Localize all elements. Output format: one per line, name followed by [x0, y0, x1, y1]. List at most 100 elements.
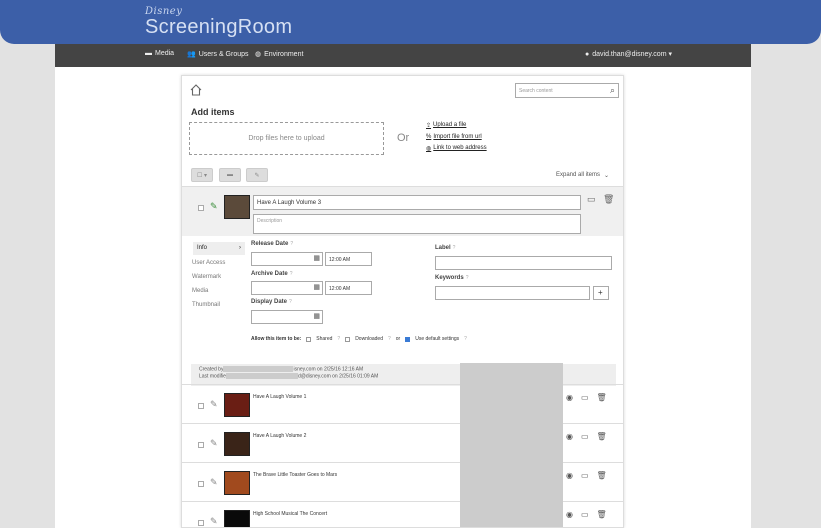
monitor-icon[interactable]: ▭: [581, 510, 589, 519]
side-menu-info[interactable]: Info ›: [193, 242, 245, 255]
trash-icon[interactable]: 🗑: [597, 393, 607, 402]
calendar-icon[interactable]: ▦: [313, 254, 320, 262]
row-checkbox[interactable]: [198, 442, 204, 448]
pencil-icon[interactable]: ✎: [210, 516, 218, 527]
trash-icon[interactable]: 🗑: [597, 510, 607, 519]
add-keyword-button[interactable]: +: [593, 286, 609, 300]
folder-plus-icon: ▬: [227, 172, 233, 178]
monitor-icon[interactable]: ▭: [581, 471, 589, 480]
add-items-title: Add items: [191, 107, 235, 117]
item-checkbox[interactable]: [198, 205, 204, 211]
shared-checkbox[interactable]: [306, 336, 312, 342]
row-thumbnail: [224, 393, 250, 417]
archive-time-input[interactable]: 12:00 AM: [325, 281, 372, 295]
help-icon: ?: [452, 245, 456, 251]
help-icon: ?: [464, 336, 467, 342]
expand-all-label: Expand all items: [556, 172, 601, 178]
shared-label: Shared: [316, 336, 333, 342]
row-actions: ◉ ▭ 🗑: [566, 510, 607, 519]
pencil-icon[interactable]: ✎: [210, 201, 218, 212]
calendar-icon[interactable]: ▦: [313, 312, 320, 320]
expand-all-items[interactable]: Expand all items ⌄: [556, 172, 609, 179]
side-menu-info-label: Info: [197, 245, 208, 251]
keywords-input[interactable]: [435, 286, 590, 300]
row-checkbox[interactable]: [198, 481, 204, 487]
edit-button[interactable]: ✎: [246, 168, 268, 182]
pencil-icon[interactable]: ✎: [210, 438, 218, 449]
calendar-icon[interactable]: ▦: [313, 283, 320, 291]
release-time-input[interactable]: 12:00 AM: [325, 252, 372, 266]
row-title[interactable]: Have A Laugh Volume 2: [253, 433, 306, 439]
import-url-label: Import file from url: [433, 134, 482, 140]
nav-environment[interactable]: ◍ Environment: [255, 50, 303, 59]
use-default-label: Use default settings: [415, 336, 460, 342]
row-title[interactable]: Have A Laugh Volume 1: [253, 394, 306, 400]
side-menu-watermark[interactable]: Watermark: [192, 274, 221, 280]
archive-date-input[interactable]: ▦: [251, 281, 323, 295]
help-icon: ?: [388, 336, 391, 342]
pencil-icon: ✎: [254, 172, 260, 179]
home-icon[interactable]: [190, 84, 202, 96]
pencil-icon[interactable]: ✎: [210, 477, 218, 488]
app-header: Disney ScreeningRoom: [0, 0, 821, 44]
downloaded-checkbox[interactable]: [345, 336, 351, 342]
play-icon[interactable]: ◉: [566, 393, 573, 402]
new-folder-button[interactable]: ▬: [219, 168, 241, 182]
nav-bar: ▬ Media 👥 Users & Groups ◍ Environment ●…: [55, 44, 751, 67]
side-menu-media[interactable]: Media: [192, 288, 208, 294]
user-menu[interactable]: ● david.than@disney.com ▾: [585, 50, 672, 59]
display-date-label: Display Date?: [251, 299, 292, 305]
row-thumbnail: [224, 432, 250, 456]
search-placeholder: Search content: [519, 88, 553, 94]
play-icon[interactable]: ◉: [566, 510, 573, 519]
row-checkbox[interactable]: [198, 520, 204, 526]
row-title[interactable]: High School Musical The Concert: [253, 511, 327, 517]
user-menu-label: david.than@disney.com ▾: [592, 51, 672, 58]
item-title-input[interactable]: Have A Laugh Volume 3: [253, 195, 581, 210]
select-all-dropdown[interactable]: ☐ ▾: [191, 168, 213, 182]
row-thumbnail: [224, 471, 250, 495]
link-web-address[interactable]: ◍ Link to web address: [426, 145, 487, 152]
display-date-input[interactable]: ▦: [251, 310, 323, 324]
redacted-block: [223, 366, 294, 372]
nav-users-label: Users & Groups: [198, 50, 249, 58]
nav-media[interactable]: ▬ Media: [145, 50, 174, 57]
help-icon: ?: [290, 241, 294, 247]
archive-date-label: Archive Date?: [251, 271, 293, 277]
side-menu-user-access[interactable]: User Access: [192, 260, 225, 266]
monitor-icon[interactable]: ▭: [587, 194, 596, 205]
row-checkbox[interactable]: [198, 403, 204, 409]
link-icon: %: [426, 134, 432, 140]
monitor-icon[interactable]: ▭: [581, 393, 589, 402]
users-icon: 👥: [187, 51, 196, 58]
play-icon[interactable]: ◉: [566, 471, 573, 480]
search-input[interactable]: Search content ⌕: [515, 83, 619, 98]
pencil-icon[interactable]: ✎: [210, 399, 218, 410]
allow-label: Allow this item to be:: [251, 336, 302, 342]
link-web-label: Link to web address: [433, 145, 487, 151]
release-date-input[interactable]: ▦: [251, 252, 323, 266]
import-url-link[interactable]: % Import file from url: [426, 134, 482, 140]
side-menu-thumbnail[interactable]: Thumbnail: [192, 302, 220, 308]
item-description-input[interactable]: Description: [253, 214, 581, 234]
brand-title[interactable]: ScreeningRoom: [145, 16, 292, 39]
release-date-label: Release Date?: [251, 241, 294, 247]
monitor-icon[interactable]: ▭: [581, 432, 589, 441]
globe-icon: ◍: [255, 51, 262, 58]
chevron-down-icon: ⌄: [604, 173, 610, 179]
help-icon: ?: [465, 275, 469, 281]
trash-icon[interactable]: 🗑: [603, 194, 614, 205]
file-dropzone[interactable]: Drop files here to upload: [189, 122, 384, 155]
upload-file-label: Upload a file: [433, 122, 467, 128]
trash-icon[interactable]: 🗑: [597, 471, 607, 480]
search-icon[interactable]: ⌕: [610, 85, 615, 96]
or-separator: Or: [397, 132, 410, 144]
play-icon[interactable]: ◉: [566, 432, 573, 441]
upload-file-link[interactable]: ⇪ Upload a file: [426, 122, 466, 129]
row-title[interactable]: The Brave Little Toaster Goes to Mars: [253, 472, 337, 478]
nav-users-groups[interactable]: 👥 Users & Groups: [187, 50, 249, 59]
trash-icon[interactable]: 🗑: [597, 432, 607, 441]
use-default-checkbox[interactable]: [405, 336, 411, 342]
redacted-block: [225, 373, 298, 380]
label-input[interactable]: [435, 256, 612, 270]
